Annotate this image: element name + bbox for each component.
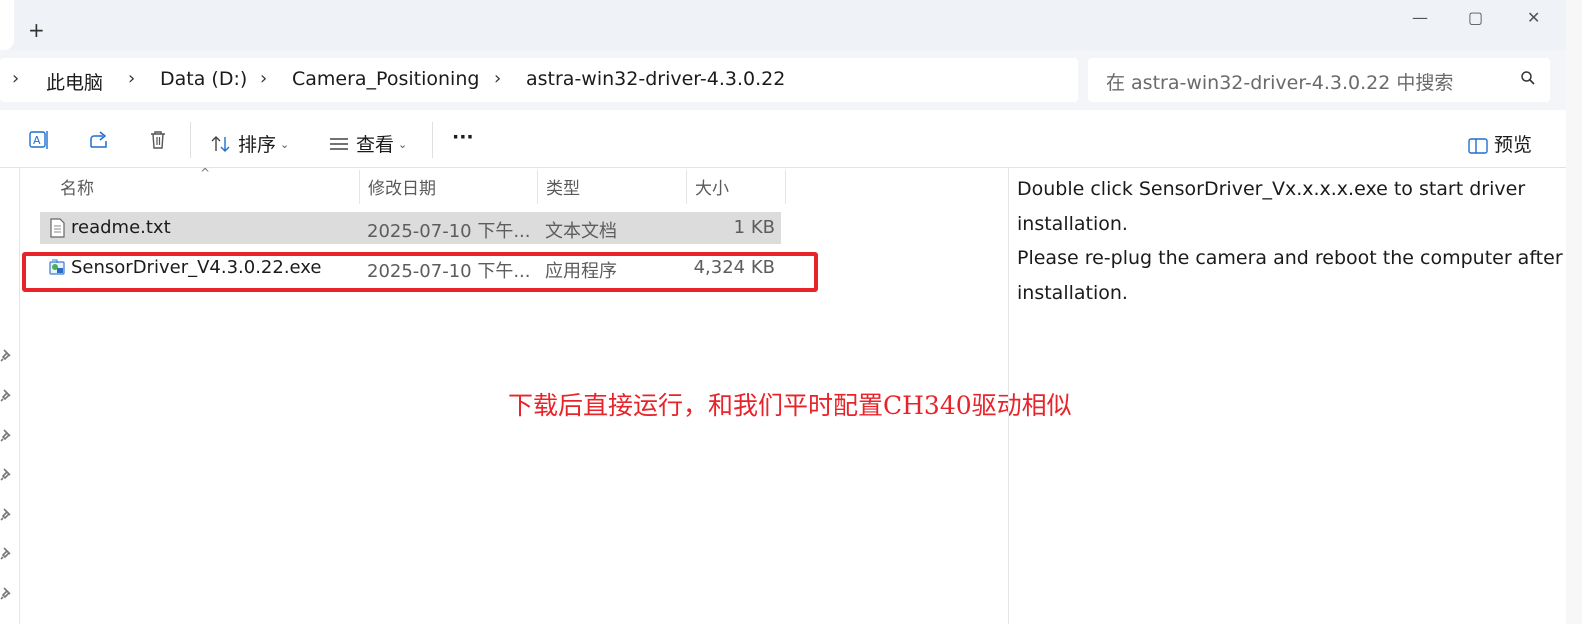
more-options-icon[interactable]: ··· (452, 126, 474, 148)
toolbar-divider (190, 122, 191, 158)
sort-label: 排序 (238, 134, 277, 156)
chevron-right-icon[interactable]: › (128, 68, 135, 89)
share-icon[interactable] (88, 129, 110, 151)
breadcrumb-this-pc[interactable]: 此电脑 (46, 68, 103, 95)
pin-icon[interactable] (0, 546, 14, 560)
annotation-text: 下载后直接运行，和我们平时配置CH340驱动相似 (508, 391, 1072, 420)
active-tab-edge[interactable] (0, 0, 14, 50)
view-label: 查看 (356, 134, 395, 156)
column-divider[interactable] (537, 170, 538, 204)
search-icon[interactable] (1520, 70, 1536, 86)
toolbar-divider (432, 122, 433, 158)
breadcrumb-data-drive[interactable]: Data (D:) (160, 68, 247, 90)
preview-pane-button[interactable]: 预览 (1468, 130, 1532, 157)
preview-divider[interactable] (1008, 168, 1009, 624)
column-divider[interactable] (359, 170, 360, 204)
file-date: 2025-07-10 下午... (367, 221, 531, 242)
file-row-readme[interactable]: readme.txt 2025-07-10 下午... 文本文档 1 KB (40, 212, 781, 244)
preview-pane-icon (1468, 138, 1488, 154)
pin-icon[interactable] (0, 507, 14, 521)
close-button[interactable]: ✕ (1527, 8, 1540, 27)
column-header-date[interactable]: 修改日期 (368, 174, 436, 199)
title-bar: + — ▢ ✕ (0, 0, 1582, 50)
text-file-icon (50, 218, 65, 238)
maximize-button[interactable]: ▢ (1468, 8, 1483, 27)
sort-icon (211, 136, 230, 152)
search-box[interactable]: 在 astra-win32-driver-4.3.0.22 中搜索 (1088, 58, 1550, 102)
file-type: 文本文档 (545, 221, 617, 242)
search-placeholder[interactable]: 在 astra-win32-driver-4.3.0.22 中搜索 (1106, 68, 1453, 95)
preview-pane-text: Double click SensorDriver_Vx.x.x.x.exe t… (1017, 178, 1582, 304)
breadcrumb-camera-positioning[interactable]: Camera_Positioning (292, 68, 479, 90)
minimize-button[interactable]: — (1412, 8, 1428, 27)
chevron-down-icon: ⌄ (280, 138, 290, 151)
sort-button[interactable]: 排序 ⌄ (210, 130, 289, 157)
pin-icon[interactable] (0, 388, 14, 402)
preview-label: 预览 (1494, 134, 1533, 156)
command-bar: A 排序 ⌄ 查看 ⌄ ··· (0, 110, 1582, 168)
address-row: › 此电脑 › Data (D:) › Camera_Positioning ›… (0, 50, 1582, 110)
view-button[interactable]: 查看 ⌄ (328, 130, 407, 157)
pin-icon[interactable] (0, 428, 14, 442)
pin-icon[interactable] (0, 467, 14, 481)
highlight-box (22, 252, 818, 292)
column-header-type[interactable]: 类型 (546, 174, 580, 199)
column-header-name[interactable]: 名称 (60, 174, 94, 199)
chevron-right-icon[interactable]: › (12, 68, 19, 89)
file-size: 1 KB (733, 217, 775, 238)
delete-icon[interactable] (147, 129, 169, 151)
column-header-size[interactable]: 大小 (695, 174, 729, 199)
new-tab-button[interactable]: + (28, 18, 45, 42)
view-icon (330, 138, 348, 150)
column-divider[interactable] (785, 170, 786, 204)
file-name: readme.txt (71, 217, 171, 238)
breadcrumb-current-folder[interactable]: astra-win32-driver-4.3.0.22 (526, 68, 785, 90)
pin-icon[interactable] (0, 586, 14, 600)
column-divider[interactable] (686, 170, 687, 204)
chevron-right-icon[interactable]: › (260, 68, 267, 89)
address-bar[interactable]: › 此电脑 › Data (D:) › Camera_Positioning ›… (0, 58, 1078, 102)
chevron-right-icon[interactable]: › (494, 68, 501, 89)
scrollbar[interactable] (1566, 0, 1582, 624)
sort-indicator-icon: ^ (200, 166, 211, 180)
navigation-pane (0, 168, 20, 624)
svg-text:A: A (33, 134, 41, 147)
chevron-down-icon: ⌄ (398, 138, 408, 151)
pin-icon[interactable] (0, 348, 14, 362)
rename-icon[interactable]: A (28, 129, 50, 151)
